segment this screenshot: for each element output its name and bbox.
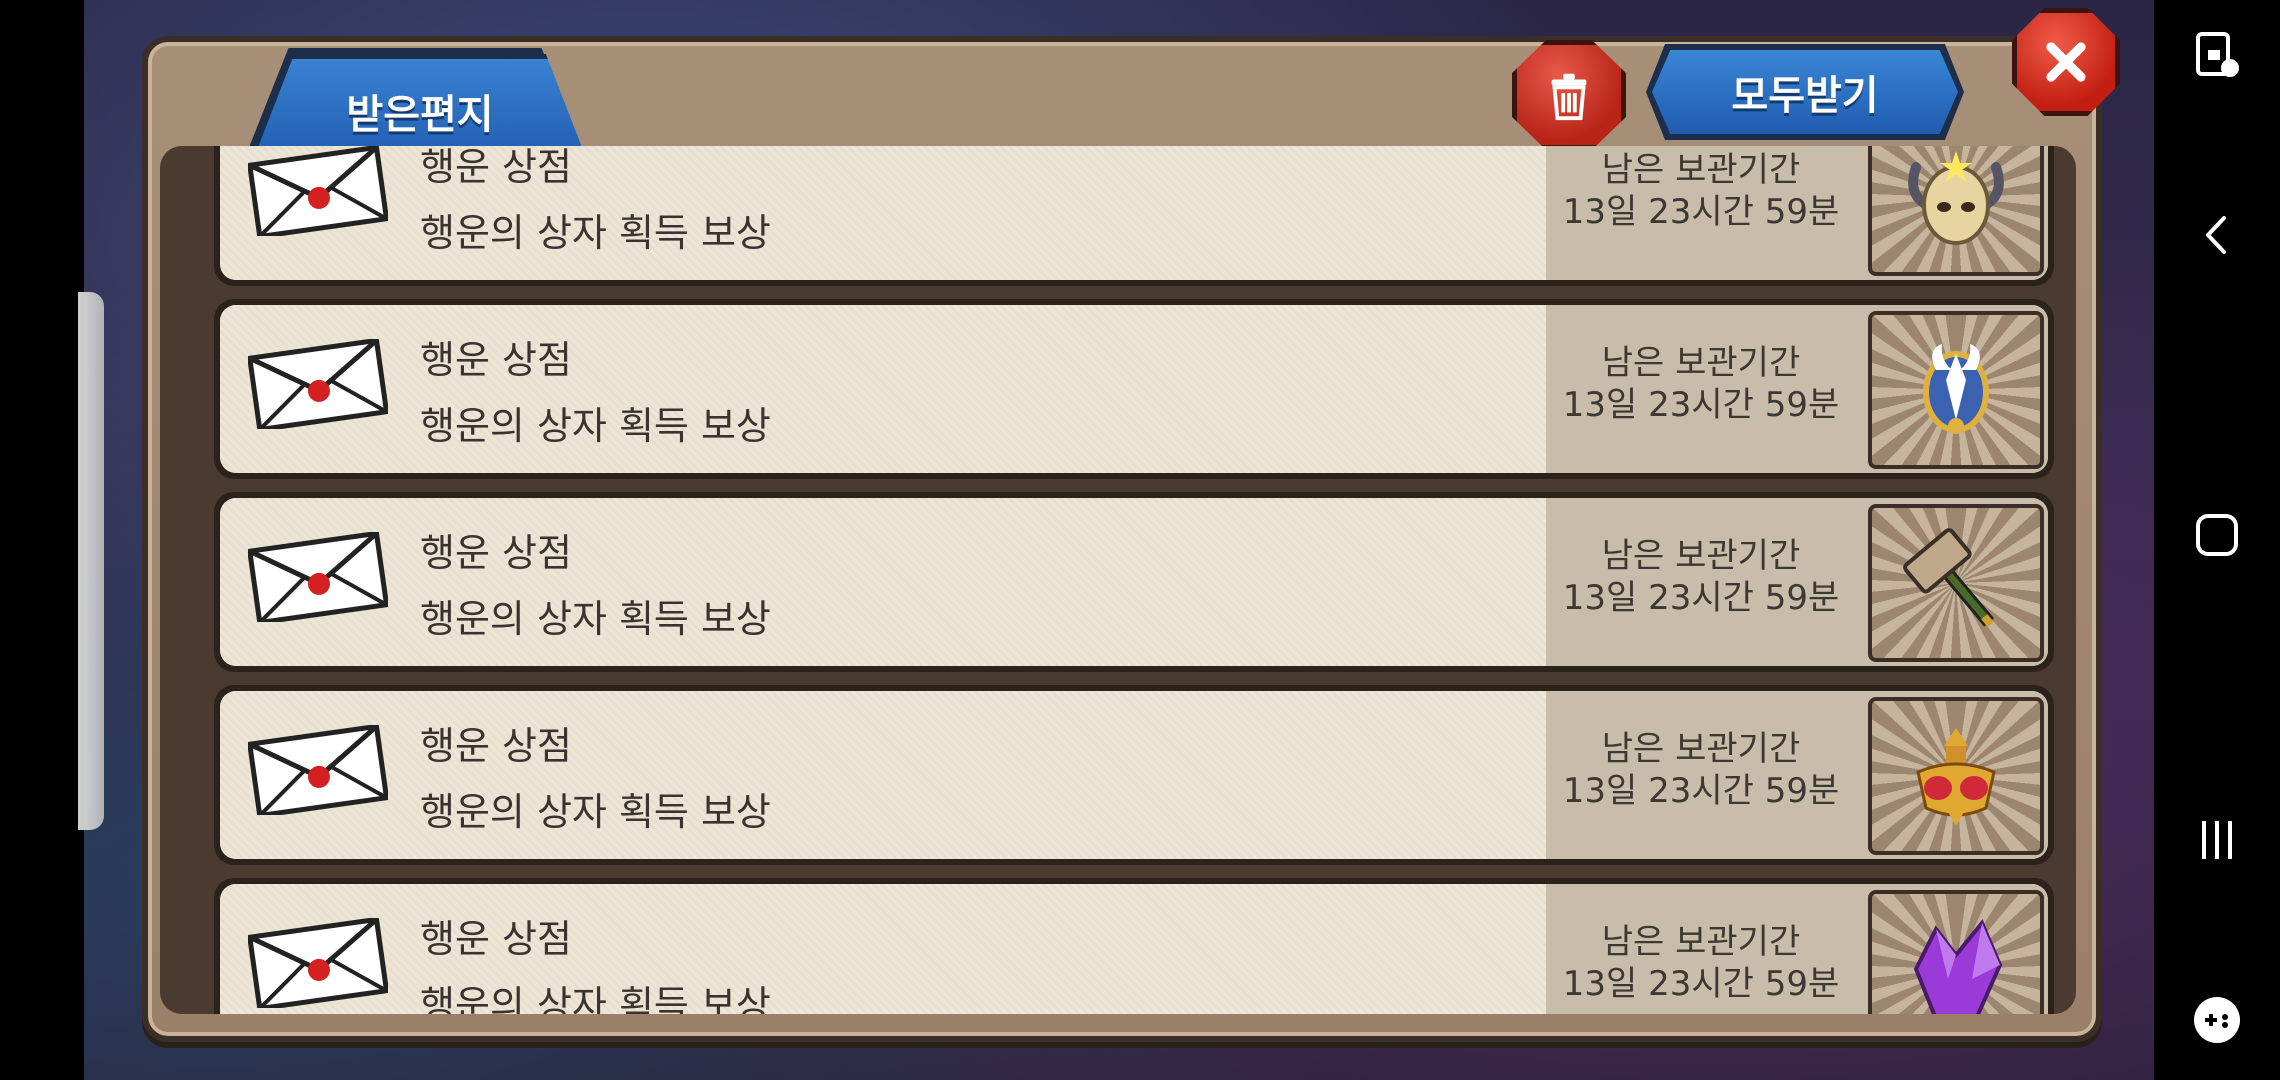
horned-helmet-icon xyxy=(1908,151,2004,245)
reward-item[interactable] xyxy=(1868,311,2044,469)
receive-all-button[interactable]: 모두받기 xyxy=(1652,50,1958,134)
mail-title: 행운 상점 xyxy=(420,917,572,961)
recents-icon xyxy=(2202,821,2232,859)
edge-panel-handle[interactable] xyxy=(78,292,104,830)
game-tools-button[interactable] xyxy=(2182,985,2252,1055)
mail-list[interactable]: 행운 상점 행운의 상자 획득 보상 남은 보관기간 13일 23시간 59분 xyxy=(160,146,2076,1014)
back-icon xyxy=(2206,216,2226,254)
envelope-icon xyxy=(248,146,388,236)
recents-button[interactable] xyxy=(2182,805,2252,875)
remain-time: 13일 23시간 59분 xyxy=(1562,964,1840,1004)
envelope-icon xyxy=(248,918,388,1008)
envelope-icon xyxy=(248,532,388,622)
remain-time: 13일 23시간 59분 xyxy=(1562,578,1840,618)
receive-all-label: 모두받기 xyxy=(1731,73,1879,119)
trash-icon xyxy=(1551,73,1587,121)
close-icon xyxy=(2046,42,2086,82)
game-tools-icon xyxy=(2194,997,2240,1043)
mail-description: 행운의 상자 획득 보상 xyxy=(420,597,771,641)
screen-lock-button[interactable] xyxy=(2182,20,2252,90)
home-icon xyxy=(2196,514,2238,556)
envelope-icon xyxy=(248,725,388,815)
mail-description: 행운의 상자 획득 보상 xyxy=(420,790,771,834)
envelope-icon xyxy=(248,339,388,429)
hammer-icon xyxy=(1903,528,1995,627)
winged-emblem-icon xyxy=(1923,344,1989,434)
jeweled-armor-icon xyxy=(1916,728,1996,826)
mail-item[interactable]: 행운 상점 행운의 상자 획득 보상 남은 보관기간 13일 23시간 59분 xyxy=(214,492,2054,672)
back-button[interactable] xyxy=(2182,200,2252,270)
remain-time: 13일 23시간 59분 xyxy=(1562,385,1840,425)
reward-item[interactable] xyxy=(1868,504,2044,662)
reward-item[interactable] xyxy=(1868,146,2044,276)
mail-description: 행운의 상자 획득 보상 xyxy=(420,983,771,1014)
left-letterbox xyxy=(0,0,84,1080)
mail-item[interactable]: 행운 상점 행운의 상자 획득 보상 남은 보관기간 13일 23시간 59분 xyxy=(214,878,2054,1014)
mail-title: 행운 상점 xyxy=(420,146,572,189)
screen-lock-icon xyxy=(2196,32,2239,77)
home-button[interactable] xyxy=(2182,500,2252,570)
purple-crystal-icon xyxy=(1913,919,2003,1014)
mail-title: 행운 상점 xyxy=(420,338,572,382)
mail-description: 행운의 상자 획득 보상 xyxy=(420,211,771,255)
remain-time: 13일 23시간 59분 xyxy=(1562,192,1840,232)
mail-description: 행운의 상자 획득 보상 xyxy=(420,404,771,448)
tab-label: 받은편지 xyxy=(346,92,494,138)
reward-item[interactable] xyxy=(1868,697,2044,855)
mail-title: 행운 상점 xyxy=(420,531,572,575)
mail-title: 행운 상점 xyxy=(420,724,572,768)
system-navigation-bar xyxy=(2154,0,2280,1080)
remain-time: 13일 23시간 59분 xyxy=(1562,771,1840,811)
mail-item[interactable]: 행운 상점 행운의 상자 획득 보상 남은 보관기간 13일 23시간 59분 xyxy=(214,146,2054,286)
mail-item[interactable]: 행운 상점 행운의 상자 획득 보상 남은 보관기간 13일 23시간 59분 xyxy=(214,685,2054,865)
mail-list-scroll[interactable]: 행운 상점 행운의 상자 획득 보상 남은 보관기간 13일 23시간 59분 xyxy=(174,146,2062,1014)
mail-item[interactable]: 행운 상점 행운의 상자 획득 보상 남은 보관기간 13일 23시간 59분 xyxy=(214,299,2054,479)
reward-item[interactable] xyxy=(1868,890,2044,1014)
